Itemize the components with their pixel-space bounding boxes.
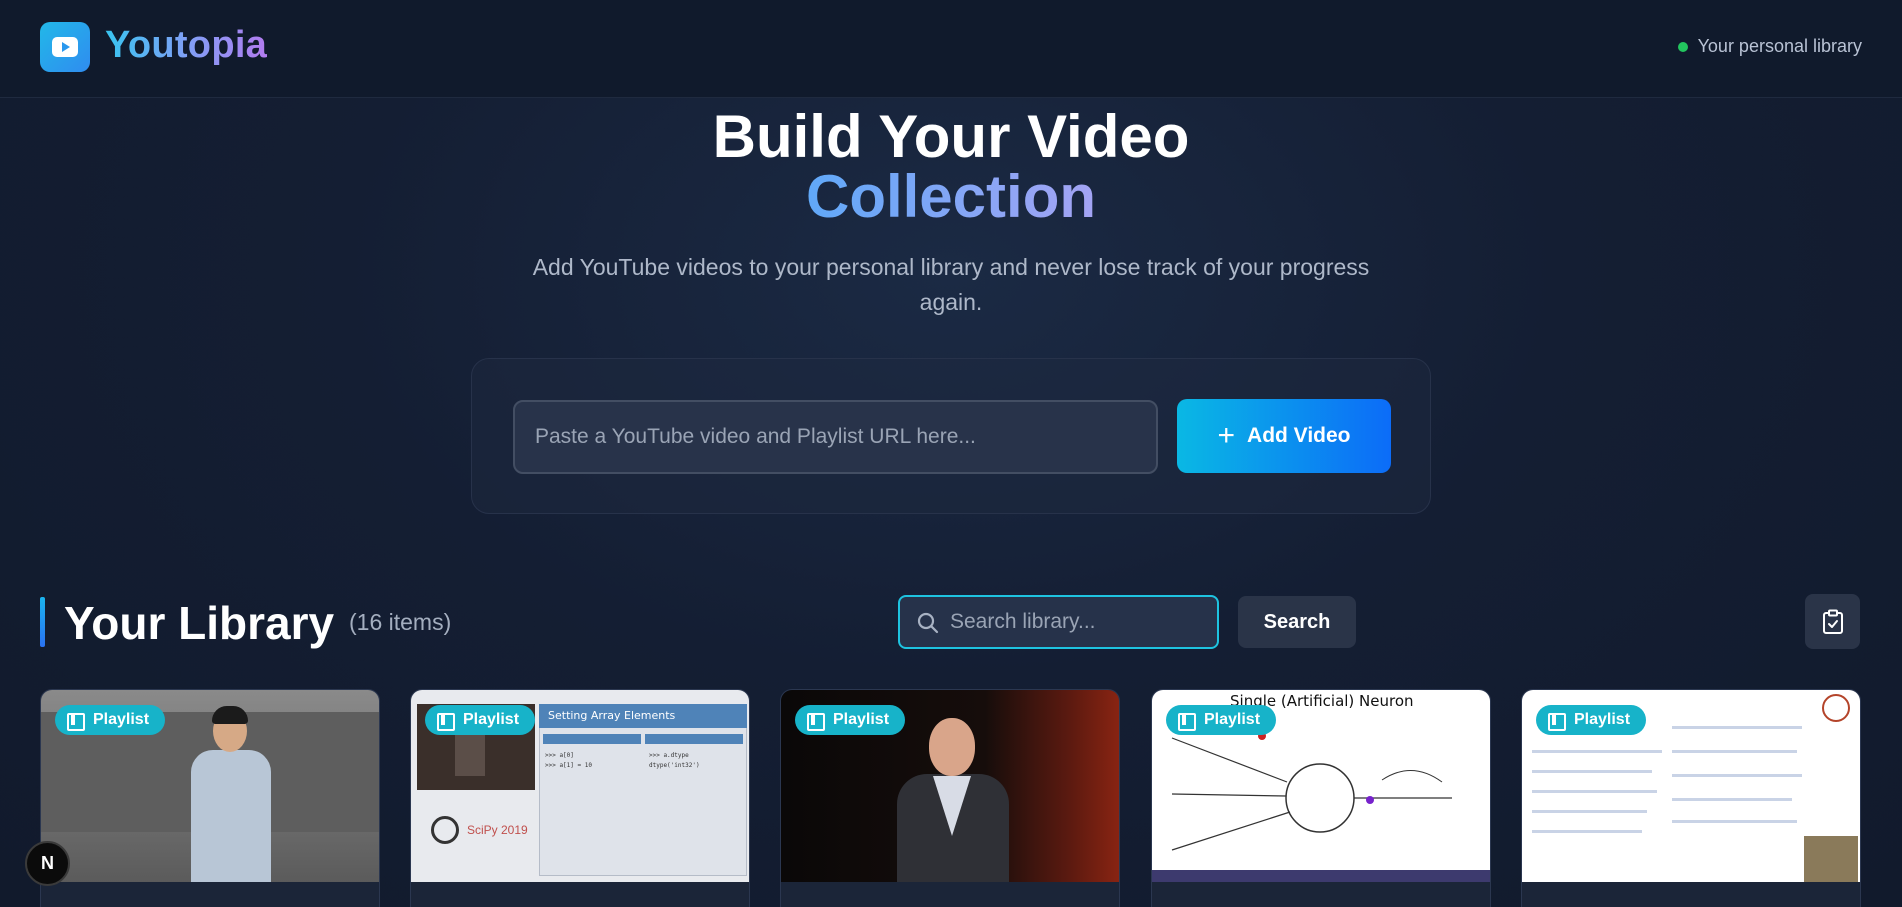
hero-title-line1: Build Your Video [712,103,1190,170]
playlist-badge: Playlist [1166,705,1277,735]
playlist-icon [67,713,85,731]
library-search-input[interactable] [950,597,1210,647]
playlist-icon [437,713,455,731]
playlist-badge-label: Playlist [833,711,890,728]
institute-emblem-icon [1822,694,1850,722]
thumbnail-logo-text: SciPy 2019 [467,823,528,837]
playlist-icon [1548,713,1566,731]
playlist-badge: Playlist [1536,705,1647,735]
hero-title-line2: Collection [0,167,1902,227]
status-indicator: Your personal library [1677,36,1862,57]
dev-tools-badge[interactable]: N [25,841,70,886]
top-header: Youtopia Your personal library [0,0,1902,98]
scipy-logo-icon [431,816,459,844]
library-title: Your Library [64,597,335,649]
brand-name[interactable]: Youtopia [105,24,267,67]
plus-icon: + [1217,419,1236,452]
playlist-icon [807,713,825,731]
clipboard-button[interactable] [1805,594,1860,649]
status-dot-icon [1677,41,1688,52]
add-video-button[interactable]: + Add Video [1177,399,1391,473]
library-search-box[interactable] [898,595,1219,649]
library-accent-bar [40,597,45,647]
library-card[interactable]: Single (Artificial) Neuron Playlist [1151,689,1491,907]
playlist-badge-label: Playlist [463,711,520,728]
playlist-badge-label: Playlist [1204,711,1261,728]
library-count: (16 items) [349,609,452,635]
clipboard-check-icon [1822,609,1843,634]
library-card[interactable]: Playlist [1521,689,1861,907]
library-card[interactable]: Setting Array Elements >>> a[0] >>> a[1]… [410,689,750,907]
library-card[interactable]: Playlist [40,689,380,907]
add-video-card: + Add Video [471,358,1431,514]
hero-title-highlight: Collection [805,163,1096,230]
add-video-button-label: Add Video [1247,424,1351,447]
status-text: Your personal library [1697,36,1862,56]
playlist-badge: Playlist [795,705,906,735]
playlist-badge-label: Playlist [93,711,150,728]
search-icon [917,612,939,634]
playlist-badge: Playlist [425,705,536,735]
youtube-play-icon[interactable] [40,22,90,72]
hero-subtitle: Add YouTube videos to your personal libr… [532,254,1370,315]
search-button[interactable]: Search [1238,596,1356,648]
playlist-badge-label: Playlist [1574,711,1631,728]
playlist-badge: Playlist [55,705,166,735]
thumbnail-title: Setting Array Elements [548,709,676,722]
library-card[interactable]: Playlist [780,689,1120,907]
video-url-input[interactable] [513,400,1158,474]
playlist-icon [1178,713,1196,731]
